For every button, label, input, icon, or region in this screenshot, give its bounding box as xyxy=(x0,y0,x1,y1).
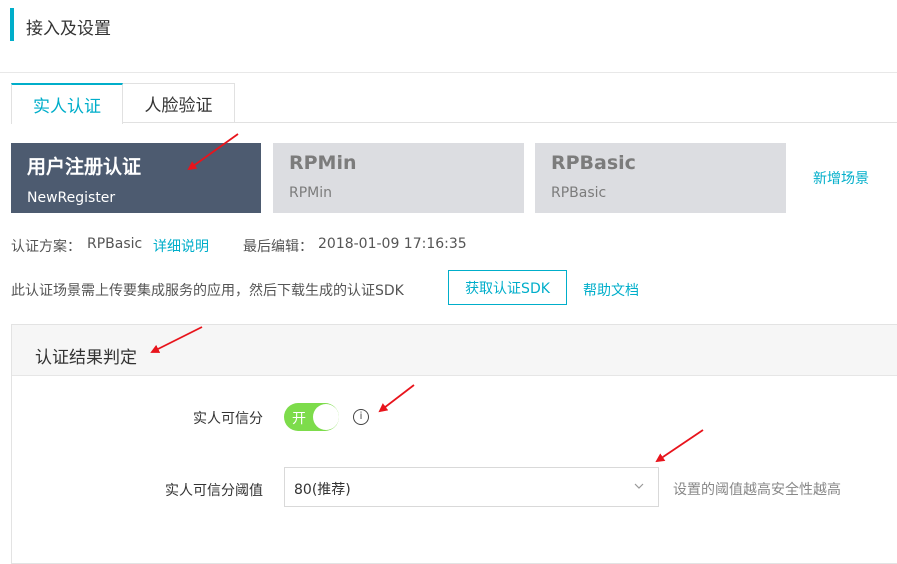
tab-face-verify[interactable]: 人脸验证 xyxy=(123,83,235,123)
last-edit-label: 最后编辑： xyxy=(243,239,313,255)
add-scene-link[interactable]: 新增场景 xyxy=(813,168,869,188)
scene-card-new-register[interactable]: 用户注册认证 NewRegister xyxy=(11,143,261,213)
scheme-label: 认证方案： xyxy=(11,239,81,255)
details-link[interactable]: 详细说明 xyxy=(153,236,209,256)
chevron-down-icon xyxy=(634,483,644,489)
tab-real-person-auth[interactable]: 实人认证 xyxy=(11,83,123,124)
tab-divider xyxy=(11,122,897,123)
scene-card-title: RPBasic xyxy=(551,152,636,174)
scene-card-rpmin[interactable]: RPMin RPMin xyxy=(273,143,524,213)
scene-card-title: 用户注册认证 xyxy=(27,156,142,178)
header-divider xyxy=(0,72,897,73)
scheme-value: RPBasic xyxy=(87,236,143,252)
threshold-select-value: 80(推荐) xyxy=(294,482,351,498)
scene-card-code: NewRegister xyxy=(27,190,116,206)
scene-card-code: RPBasic xyxy=(551,185,607,201)
sdk-note: 此认证场景需上传要集成服务的应用，然后下载生成的认证SDK xyxy=(11,283,404,299)
last-edit-value: 2018-01-09 17:16:35 xyxy=(318,236,467,252)
help-docs-link[interactable]: 帮助文档 xyxy=(583,280,639,300)
result-panel-header xyxy=(12,325,897,376)
info-icon[interactable]: i xyxy=(353,409,369,425)
toggle-on-text: 开 xyxy=(292,411,306,427)
scene-card-code: RPMin xyxy=(289,185,333,201)
trust-score-label: 实人可信分 xyxy=(193,411,263,427)
result-panel-title: 认证结果判定 xyxy=(35,348,137,368)
threshold-label: 实人可信分阈值 xyxy=(165,483,263,499)
toggle-knob xyxy=(313,404,339,430)
scene-card-rpbasic[interactable]: RPBasic RPBasic xyxy=(535,143,786,213)
scene-card-title: RPMin xyxy=(289,152,357,174)
get-sdk-button[interactable]: 获取认证SDK xyxy=(448,270,567,305)
threshold-hint: 设置的阈值越高安全性越高 xyxy=(673,482,841,498)
page-title: 接入及设置 xyxy=(26,19,111,39)
title-accent-bar xyxy=(10,8,14,41)
